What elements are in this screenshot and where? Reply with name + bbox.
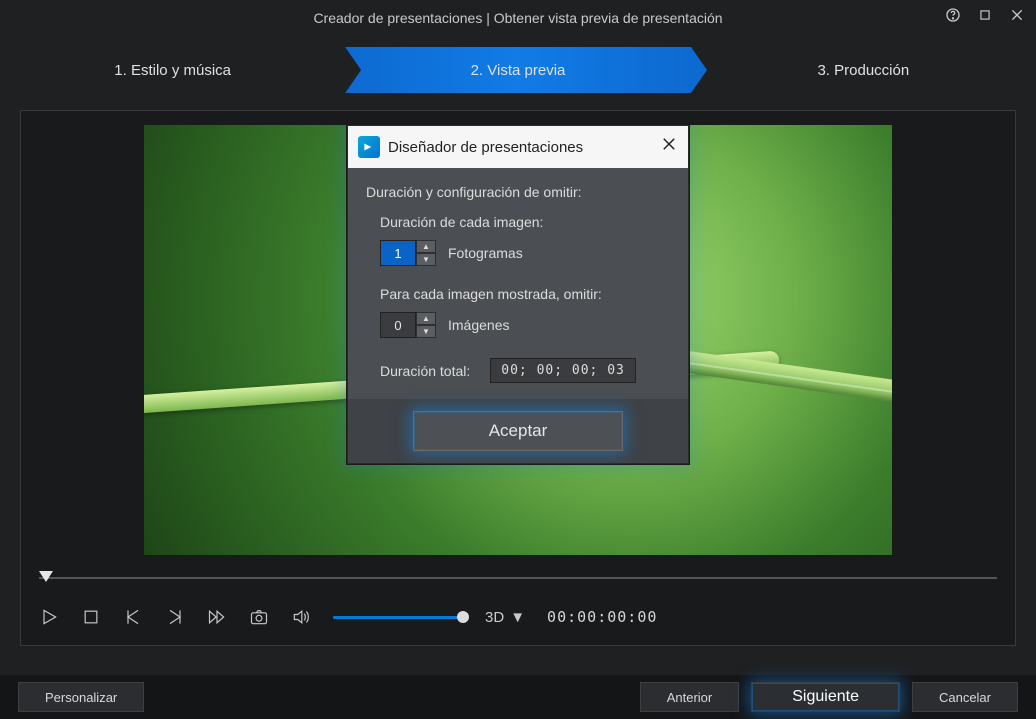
volume-slider[interactable]: [333, 608, 463, 626]
skip-unit: Imágenes: [448, 317, 509, 333]
app-logo-icon: [358, 136, 380, 158]
next-button[interactable]: Siguiente: [751, 682, 900, 712]
chevron-down-icon: ▼: [510, 609, 525, 626]
duration-increase-button[interactable]: ▲: [416, 240, 436, 253]
total-duration-value: 00; 00; 00; 03: [490, 358, 636, 383]
volume-slider-thumb[interactable]: [457, 611, 469, 623]
step-label: 1. Estilo y música: [114, 62, 231, 79]
slideshow-designer-dialog: Diseñador de presentaciones Duración y c…: [347, 125, 689, 464]
duration-input[interactable]: [380, 240, 416, 266]
step-back-button[interactable]: [123, 607, 143, 627]
maximize-button[interactable]: [974, 4, 996, 26]
transport-controls: 3D ▼ 00:00:00:00: [39, 607, 997, 627]
customize-button[interactable]: Personalizar: [18, 682, 144, 712]
step-label: 3. Producción: [817, 62, 909, 79]
dialog-title: Diseñador de presentaciones: [388, 139, 583, 156]
skip-input[interactable]: [380, 312, 416, 338]
titlebar: Creador de presentaciones | Obtener vist…: [0, 0, 1036, 36]
step-forward-button[interactable]: [165, 607, 185, 627]
previous-button[interactable]: Anterior: [640, 682, 740, 712]
duration-label: Duración de cada imagen:: [380, 214, 670, 230]
step-style-music[interactable]: 1. Estilo y música: [0, 47, 345, 93]
close-button[interactable]: [1006, 4, 1028, 26]
volume-button[interactable]: [291, 607, 311, 627]
mode-3d-dropdown[interactable]: 3D ▼: [485, 609, 525, 626]
play-button[interactable]: [39, 607, 59, 627]
snapshot-button[interactable]: [249, 607, 269, 627]
skip-decrease-button[interactable]: ▼: [416, 325, 436, 338]
stop-button[interactable]: [81, 607, 101, 627]
window-title: Creador de presentaciones | Obtener vist…: [313, 10, 722, 26]
total-duration-label: Duración total:: [380, 363, 470, 379]
step-label: 2. Vista previa: [471, 62, 566, 79]
fast-forward-button[interactable]: [207, 607, 227, 627]
duration-unit: Fotogramas: [448, 245, 523, 261]
help-button[interactable]: [942, 4, 964, 26]
duration-decrease-button[interactable]: ▼: [416, 253, 436, 266]
duration-stepper[interactable]: ▲ ▼: [380, 240, 436, 266]
dialog-section-label: Duración y configuración de omitir:: [366, 184, 670, 200]
seek-bar[interactable]: [39, 569, 997, 585]
accept-button[interactable]: Aceptar: [413, 411, 623, 451]
dialog-close-button[interactable]: [660, 135, 678, 159]
step-preview[interactable]: 2. Vista previa: [345, 47, 690, 93]
skip-label: Para cada imagen mostrada, omitir:: [380, 286, 670, 302]
preview-panel: Diseñador de presentaciones Duración y c…: [20, 110, 1016, 646]
cancel-button[interactable]: Cancelar: [912, 682, 1018, 712]
seek-thumb[interactable]: [39, 571, 53, 582]
step-production[interactable]: 3. Producción: [691, 47, 1036, 93]
dialog-titlebar: Diseñador de presentaciones: [348, 126, 688, 168]
skip-stepper[interactable]: ▲ ▼: [380, 312, 436, 338]
timecode-display: 00:00:00:00: [547, 608, 657, 626]
bottom-bar: Personalizar Anterior Siguiente Cancelar: [0, 675, 1036, 719]
wizard-steps: 1. Estilo y música 2. Vista previa 3. Pr…: [0, 40, 1036, 100]
video-preview: Diseñador de presentaciones Duración y c…: [144, 125, 892, 555]
skip-increase-button[interactable]: ▲: [416, 312, 436, 325]
mode-3d-label: 3D: [485, 609, 504, 626]
